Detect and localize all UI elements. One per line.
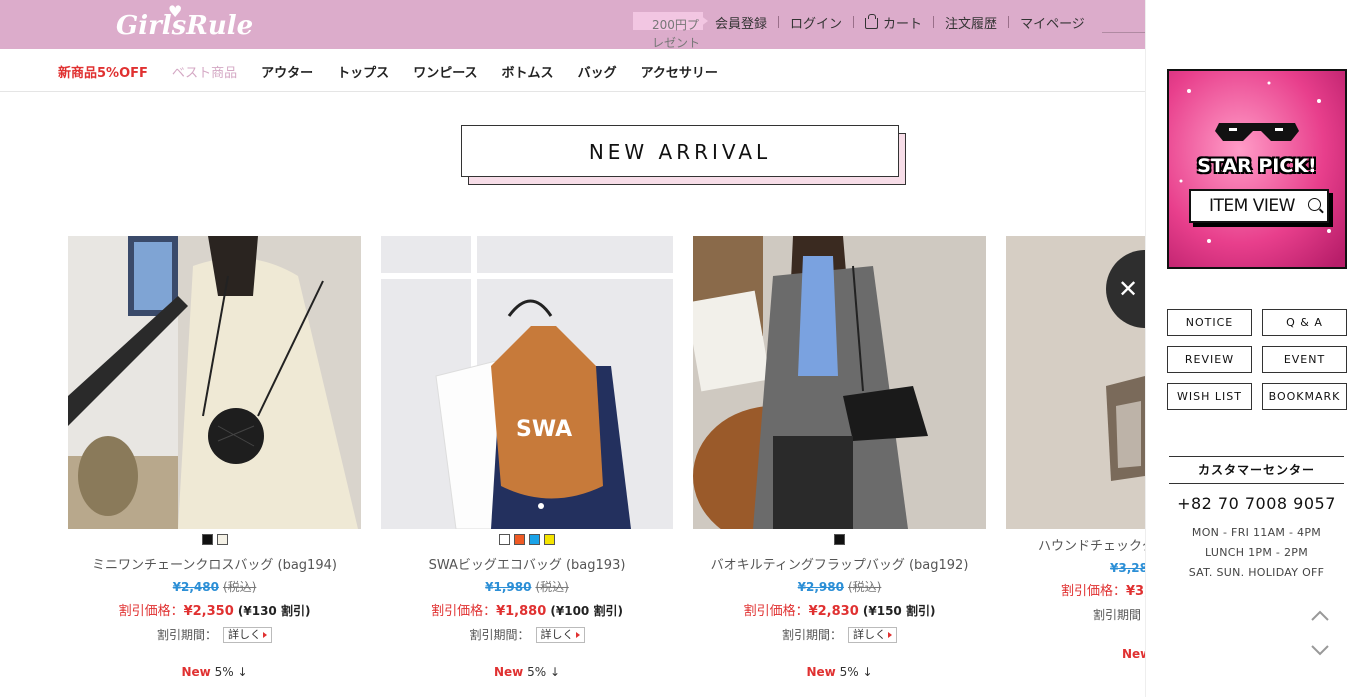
- qa-button[interactable]: Q & A: [1262, 309, 1347, 336]
- color-swatches: [381, 534, 673, 546]
- product-image[interactable]: SWA: [381, 236, 673, 529]
- sale-price: 割引価格：¥2,830 (¥150 割引): [743, 604, 936, 619]
- signup-link[interactable]: 会員登録: [715, 13, 767, 32]
- top-nav: 会員登録 ログイン カート 注文履歴 マイページ: [715, 13, 1085, 32]
- category-bottoms[interactable]: ボトムス: [502, 62, 554, 81]
- original-price: ¥2,480 (税込): [172, 580, 257, 594]
- divider: [778, 16, 780, 28]
- customer-center-title: カスタマーセンター: [1169, 456, 1344, 484]
- category-outer[interactable]: アウター: [261, 62, 313, 81]
- hours-holiday: SAT. SUN. HOLIDAY OFF: [1188, 566, 1325, 579]
- event-button[interactable]: EVENT: [1262, 346, 1347, 373]
- color-swatches: [693, 534, 986, 546]
- discount-period: 割引期間: [1093, 608, 1142, 622]
- swatch-white[interactable]: [499, 534, 510, 545]
- customer-center-phone: +82 70 7008 9057: [1177, 494, 1336, 513]
- swatch-ivory[interactable]: [216, 534, 228, 545]
- category-accessories[interactable]: アクセサリー: [641, 62, 718, 81]
- sale-price: 割引価格：¥1,880 (¥100 割引): [431, 604, 623, 619]
- star-pick-banner[interactable]: STAR PICK! ITEM VIEW: [1167, 69, 1347, 269]
- cart-link[interactable]: カート: [865, 13, 922, 32]
- close-icon[interactable]: ✕: [1117, 277, 1139, 301]
- arrow-right-icon: [888, 632, 892, 638]
- new-badge: New 5% ↓: [493, 665, 560, 679]
- hours-weekday: MON - FRI 11AM - 4PM: [1191, 526, 1322, 539]
- product-card[interactable]: バオキルティングフラップバッグ (bag192) ¥2,980 (税込) 割引価格…: [693, 236, 986, 696]
- search-underline: [1102, 32, 1145, 33]
- product-card[interactable]: SWA SWAビッグエコバッグ (bag193) ¥1,980 (税込) 割引価格…: [381, 236, 673, 696]
- new-badge: New 5% ↓: [806, 665, 873, 679]
- arrow-right-icon: [263, 632, 267, 638]
- detail-button[interactable]: 詳しく: [848, 627, 897, 643]
- discount-period: 割引期間： 詳しく: [68, 627, 361, 643]
- product-image[interactable]: [68, 236, 361, 529]
- swatch-orange[interactable]: [514, 534, 525, 545]
- arrow-right-icon: [575, 632, 580, 638]
- heart-icon: ♥: [168, 2, 183, 21]
- item-view-button[interactable]: ITEM VIEW: [1189, 189, 1329, 223]
- review-button[interactable]: REVIEW: [1167, 346, 1252, 373]
- banner-title: STAR PICK!: [1197, 155, 1317, 177]
- product-name[interactable]: SWAビッグエコバッグ (bag193): [381, 558, 673, 574]
- product-name[interactable]: バオキルティングフラップバッグ (bag192): [693, 558, 986, 574]
- category-onepiece[interactable]: ワンピース: [413, 62, 477, 81]
- bookmark-button[interactable]: BOOKMARK: [1262, 383, 1347, 410]
- gift-badge-label[interactable]: 200円プレゼント: [652, 16, 708, 52]
- sale-price: 割引価格：¥2,350 (¥130 割引): [118, 604, 311, 619]
- order-history-link[interactable]: 注文履歴: [945, 13, 997, 32]
- right-sidebar: STAR PICK! ITEM VIEW NOTICE Q & A REVIEW…: [1145, 0, 1366, 697]
- discount-period: 割引期間： 詳しく: [693, 627, 986, 643]
- category-new-sale[interactable]: 新商品5%OFF: [58, 62, 148, 81]
- new-badge: New: [1122, 647, 1145, 661]
- swatch-black[interactable]: [834, 534, 845, 545]
- product-name[interactable]: ミニワンチェーンクロスバッグ (bag194): [68, 558, 361, 574]
- color-swatches: [68, 534, 361, 546]
- header-bar: ♥ GirlsRule 200円プレゼント 会員登録 ログイン カート 注文履歴…: [0, 0, 1145, 52]
- swatch-black[interactable]: [201, 534, 213, 545]
- original-price: ¥2,980 (税込): [797, 580, 882, 594]
- divider: [853, 16, 855, 28]
- divider: [933, 16, 935, 28]
- zoom-icon: [1308, 198, 1321, 211]
- section-title: NEW ARRIVAL: [461, 125, 899, 177]
- discount-period: 割引期間： 詳しく: [381, 627, 673, 643]
- category-nav: 新商品5%OFF ベスト商品 アウター トップス ワンピース ボトムス バッグ …: [0, 49, 1145, 92]
- swatch-yellow[interactable]: [544, 534, 555, 545]
- new-badge: New 5% ↓: [181, 665, 248, 679]
- chevron-down-icon[interactable]: [1310, 640, 1330, 660]
- cart-icon: [865, 13, 879, 29]
- product-image[interactable]: [693, 236, 986, 529]
- hours-lunch: LUNCH 1PM - 2PM: [1204, 546, 1309, 559]
- site-logo[interactable]: ♥ GirlsRule: [116, 2, 253, 48]
- product-name[interactable]: ハウンドチェックク: [1038, 539, 1145, 555]
- detail-button[interactable]: 詳しく: [535, 627, 585, 643]
- sale-price: 割引価格：¥3,: [1061, 584, 1145, 599]
- wishlist-button[interactable]: WISH LIST: [1167, 383, 1252, 410]
- login-link[interactable]: ログイン: [790, 13, 842, 32]
- category-tops[interactable]: トップス: [337, 62, 389, 81]
- mypage-link[interactable]: マイページ: [1020, 13, 1085, 32]
- original-price: ¥1,980 (税込): [485, 580, 569, 594]
- product-card[interactable]: ミニワンチェーンクロスバッグ (bag194) ¥2,480 (税込) 割引価格：…: [68, 236, 361, 696]
- original-price: ¥3,28: [1110, 561, 1145, 575]
- chevron-up-icon[interactable]: [1310, 606, 1330, 626]
- notice-button[interactable]: NOTICE: [1167, 309, 1252, 336]
- svg-text:SWA: SWA: [516, 417, 572, 442]
- swatch-blue[interactable]: [529, 534, 540, 545]
- cart-link-label: カート: [883, 16, 923, 32]
- category-bags[interactable]: バッグ: [578, 62, 617, 81]
- category-best[interactable]: ベスト商品: [172, 62, 237, 81]
- divider: [1008, 16, 1010, 28]
- detail-button[interactable]: 詳しく: [223, 627, 272, 643]
